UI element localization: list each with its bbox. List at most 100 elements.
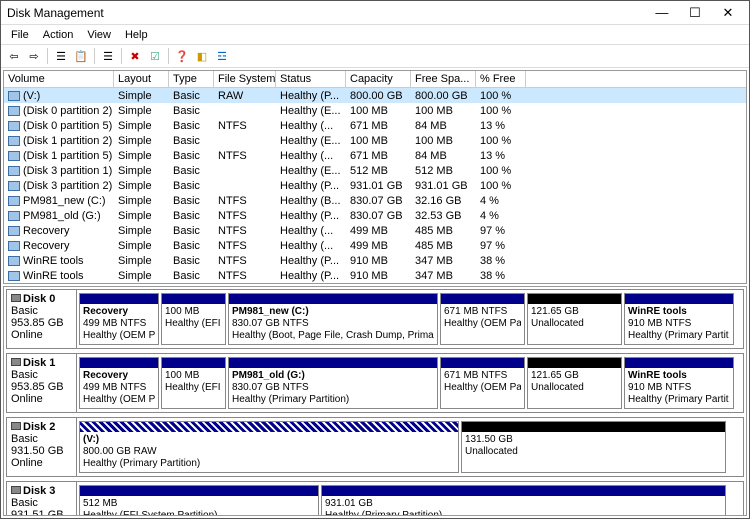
volume-row[interactable]: (Disk 3 partition 1)SimpleBasicHealthy (… — [4, 163, 746, 178]
separator — [94, 48, 95, 64]
menu-action[interactable]: Action — [37, 28, 80, 42]
partition[interactable]: (V:)800.00 GB RAWHealthy (Primary Partit… — [79, 421, 459, 473]
volume-icon — [8, 211, 20, 221]
action-icon[interactable]: ☰ — [99, 47, 117, 65]
volume-row[interactable]: (Disk 3 partition 2)SimpleBasicHealthy (… — [4, 178, 746, 193]
partition[interactable]: 671 MB NTFSHealthy (OEM Partit — [440, 293, 525, 345]
volume-cell: 512 MB — [346, 165, 411, 177]
refresh-icon[interactable]: 📋 — [72, 47, 90, 65]
disk-state: Online — [11, 457, 72, 469]
toolbar-icon[interactable]: ◧ — [193, 47, 211, 65]
forward-icon[interactable]: ⇨ — [25, 47, 43, 65]
volume-cell: Basic — [169, 225, 214, 237]
volume-row[interactable]: RecoverySimpleBasicNTFSHealthy (...499 M… — [4, 238, 746, 253]
partition-body: 512 MBHealthy (EFI System Partition) — [80, 496, 318, 516]
volume-cell: Simple — [114, 210, 169, 222]
back-icon[interactable]: ⇦ — [5, 47, 23, 65]
volume-cell: Basic — [169, 150, 214, 162]
column-header[interactable]: Layout — [114, 71, 169, 87]
partition[interactable]: 512 MBHealthy (EFI System Partition) — [79, 485, 319, 516]
partition[interactable]: 121.65 GBUnallocated — [527, 357, 622, 409]
volume-cell: Healthy (E... — [276, 135, 346, 147]
disk-size: 931.51 GB — [11, 509, 72, 516]
volume-row[interactable]: (Disk 0 partition 2)SimpleBasicHealthy (… — [4, 103, 746, 118]
properties-icon[interactable]: ☑ — [146, 47, 164, 65]
volume-cell: 671 MB — [346, 150, 411, 162]
partition[interactable]: 131.50 GBUnallocated — [461, 421, 726, 473]
disk-info[interactable]: Disk 0Basic953.85 GBOnline — [7, 290, 77, 348]
volume-cell: 100 MB — [346, 105, 411, 117]
partition[interactable]: 100 MBHealthy (EFI Sy — [161, 293, 226, 345]
volume-icon — [8, 166, 20, 176]
volume-icon — [8, 241, 20, 251]
column-header[interactable]: Volume — [4, 71, 114, 87]
partition[interactable]: PM981_new (C:)830.07 GB NTFSHealthy (Boo… — [228, 293, 438, 345]
menu-help[interactable]: Help — [119, 28, 154, 42]
volume-cell: Basic — [169, 195, 214, 207]
disk-icon — [11, 358, 21, 366]
partition[interactable]: WinRE tools910 MB NTFSHealthy (Primary P… — [624, 357, 734, 409]
volume-list-header[interactable]: VolumeLayoutTypeFile SystemStatusCapacit… — [4, 71, 746, 88]
delete-icon[interactable]: ✖ — [126, 47, 144, 65]
volume-cell: 100 MB — [411, 135, 476, 147]
column-header[interactable]: Status — [276, 71, 346, 87]
disk-info[interactable]: Disk 2Basic931.50 GBOnline — [7, 418, 77, 476]
volume-row[interactable]: (Disk 1 partition 5)SimpleBasicNTFSHealt… — [4, 148, 746, 163]
partition[interactable]: Recovery499 MB NTFSHealthy (OEM Partit — [79, 293, 159, 345]
partition[interactable]: 671 MB NTFSHealthy (OEM Partit — [440, 357, 525, 409]
column-header[interactable]: % Free — [476, 71, 526, 87]
toolbar-icon[interactable]: ☲ — [213, 47, 231, 65]
minimize-button[interactable]: — — [647, 5, 677, 20]
volume-cell: WinRE tools — [4, 255, 114, 267]
volume-row[interactable]: WinRE toolsSimpleBasicNTFSHealthy (P...9… — [4, 268, 746, 283]
volume-cell: (Disk 1 partition 5) — [4, 150, 114, 162]
close-button[interactable]: ✕ — [713, 5, 743, 21]
partition-bar — [625, 294, 733, 304]
volume-cell: (Disk 1 partition 2) — [4, 135, 114, 147]
partition[interactable]: 100 MBHealthy (EFI Sy — [161, 357, 226, 409]
partition[interactable]: 121.65 GBUnallocated — [527, 293, 622, 345]
column-header[interactable]: Capacity — [346, 71, 411, 87]
volume-row[interactable]: (Disk 0 partition 5)SimpleBasicNTFSHealt… — [4, 118, 746, 133]
separator — [168, 48, 169, 64]
show-hide-icon[interactable]: ☰ — [52, 47, 70, 65]
column-header[interactable]: Type — [169, 71, 214, 87]
partition-bar — [625, 358, 733, 368]
partition[interactable]: WinRE tools910 MB NTFSHealthy (Primary P… — [624, 293, 734, 345]
maximize-button[interactable]: ☐ — [680, 5, 710, 21]
volume-row[interactable]: WinRE toolsSimpleBasicNTFSHealthy (P...9… — [4, 253, 746, 268]
column-header[interactable]: File System — [214, 71, 276, 87]
volume-row[interactable]: (Disk 1 partition 2)SimpleBasicHealthy (… — [4, 133, 746, 148]
volume-row[interactable]: PM981_new (C:)SimpleBasicNTFSHealthy (B.… — [4, 193, 746, 208]
menu-view[interactable]: View — [81, 28, 117, 42]
volume-icon — [8, 121, 20, 131]
partition[interactable]: 931.01 GBHealthy (Primary Partition) — [321, 485, 726, 516]
volume-row[interactable]: RecoverySimpleBasicNTFSHealthy (...499 M… — [4, 223, 746, 238]
volume-cell: 97 % — [476, 240, 526, 252]
volume-row[interactable]: (V:)SimpleBasicRAWHealthy (P...800.00 GB… — [4, 88, 746, 103]
volume-row[interactable]: PM981_old (G:)SimpleBasicNTFSHealthy (P.… — [4, 208, 746, 223]
volume-cell: 499 MB — [346, 225, 411, 237]
partition-body: 121.65 GBUnallocated — [528, 304, 621, 344]
volume-cell: Recovery — [4, 225, 114, 237]
volume-cell: 485 MB — [411, 225, 476, 237]
volume-cell: 84 MB — [411, 120, 476, 132]
volume-cell: Simple — [114, 135, 169, 147]
volume-cell: Healthy (... — [276, 150, 346, 162]
volume-cell: 931.01 GB — [346, 180, 411, 192]
disk-info[interactable]: Disk 3Basic931.51 GBOnline — [7, 482, 77, 516]
volume-cell: 32.53 GB — [411, 210, 476, 222]
partition-body: 121.65 GBUnallocated — [528, 368, 621, 408]
menu-file[interactable]: File — [5, 28, 35, 42]
volume-cell: Recovery — [4, 240, 114, 252]
partition[interactable]: Recovery499 MB NTFSHealthy (OEM Partit — [79, 357, 159, 409]
help-icon[interactable]: ❓ — [173, 47, 191, 65]
volume-cell: 347 MB — [411, 255, 476, 267]
volume-cell: Healthy (... — [276, 120, 346, 132]
partition-body: 131.50 GBUnallocated — [462, 432, 725, 472]
partition[interactable]: PM981_old (G:)830.07 GB NTFSHealthy (Pri… — [228, 357, 438, 409]
column-header[interactable]: Free Spa... — [411, 71, 476, 87]
disk-info[interactable]: Disk 1Basic953.85 GBOnline — [7, 354, 77, 412]
partition-bar — [322, 486, 725, 496]
volume-cell: Healthy (... — [276, 240, 346, 252]
